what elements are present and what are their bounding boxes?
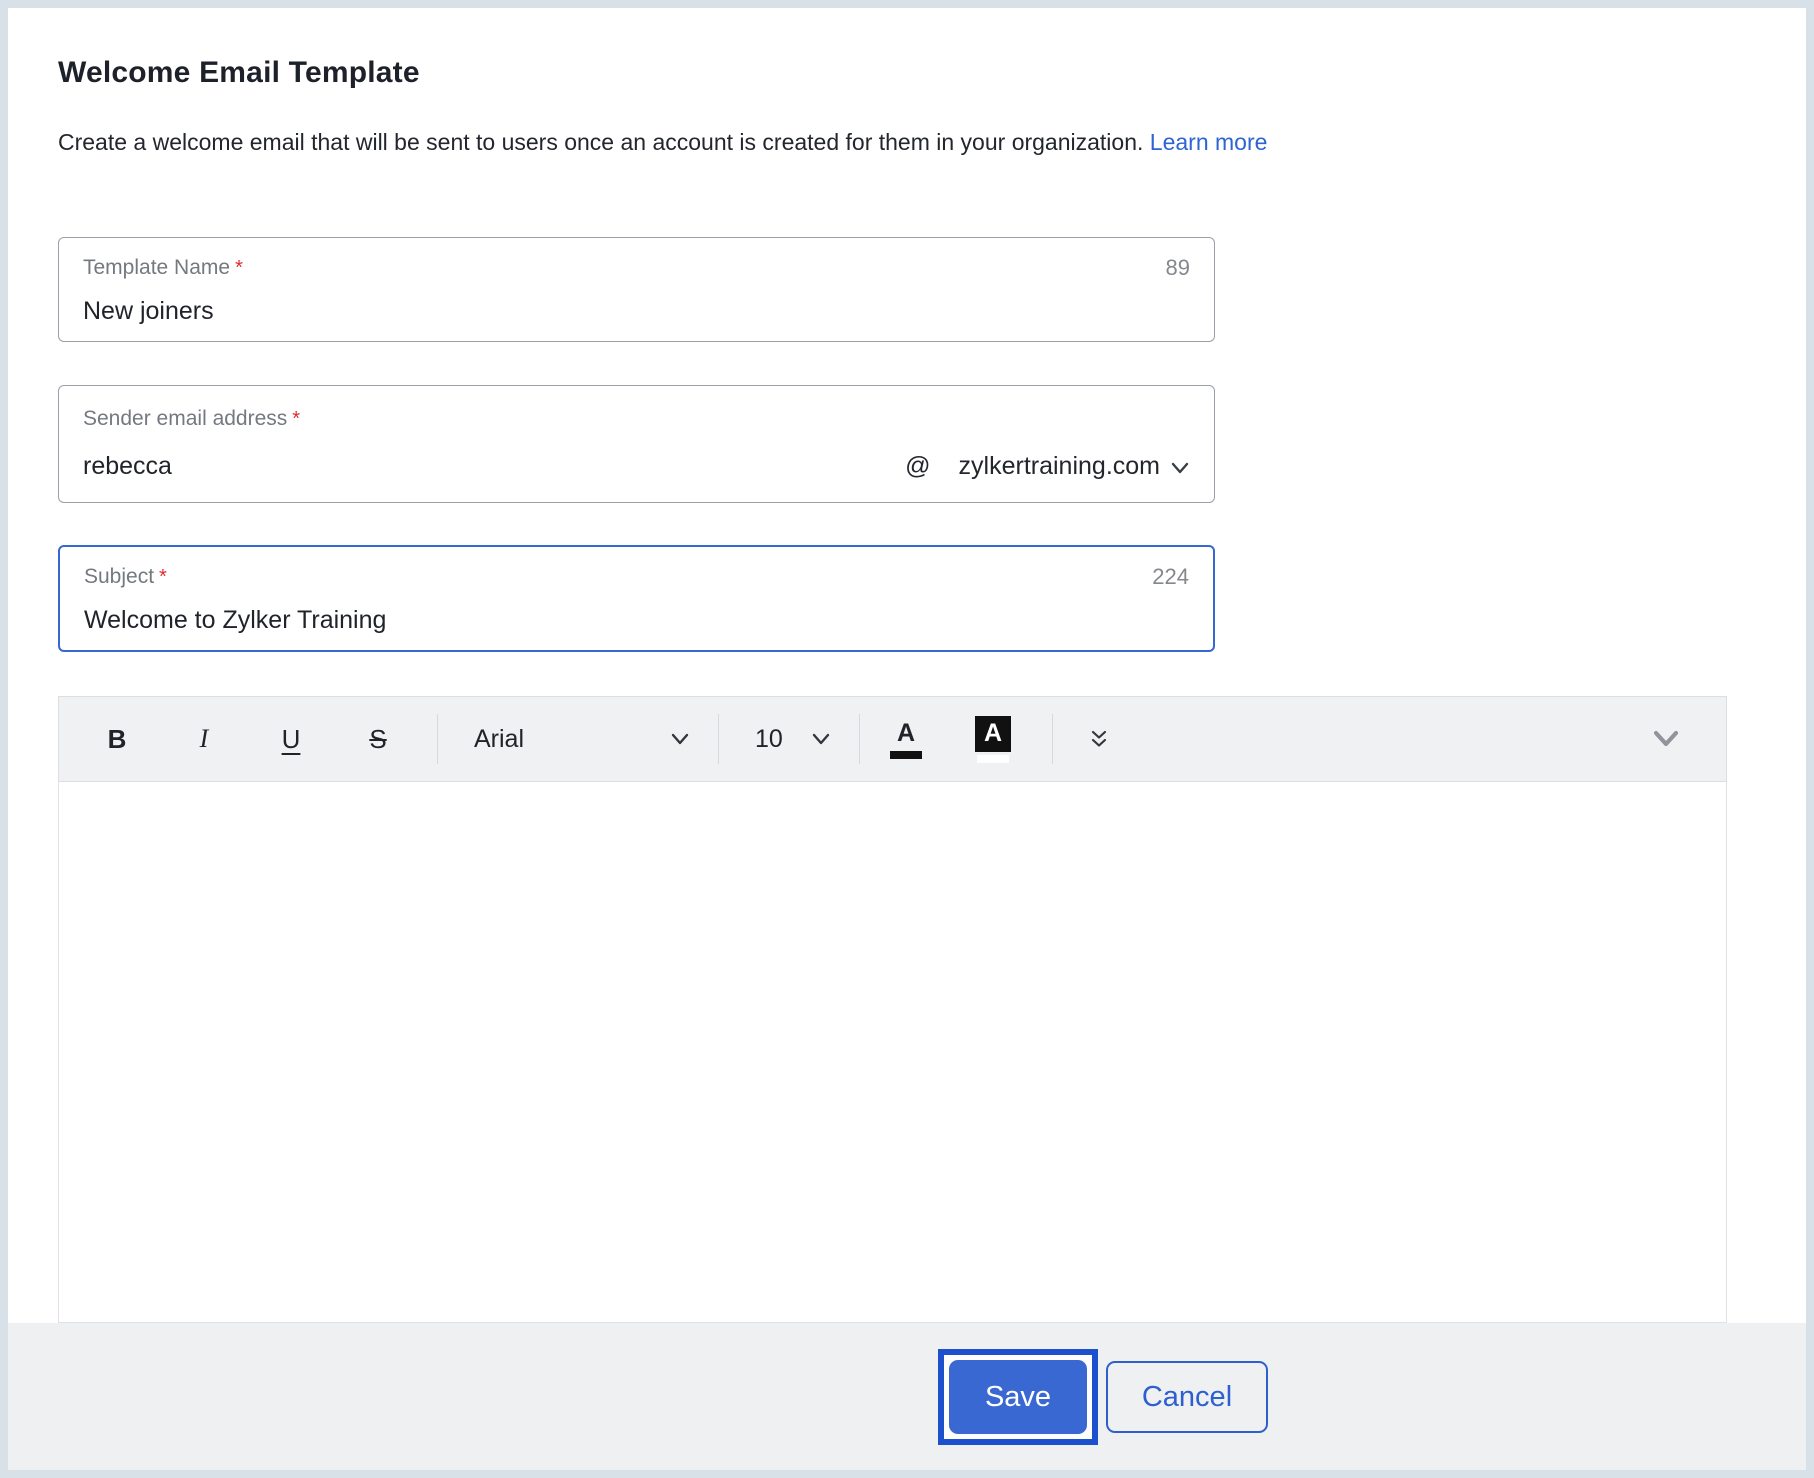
- chevron-down-icon: [670, 732, 690, 746]
- sender-email-local-input[interactable]: rebecca: [83, 451, 905, 481]
- highlight-color-letter: A: [975, 715, 1011, 752]
- underline-button[interactable]: U: [263, 711, 319, 767]
- template-name-field: Template Name * 89 New joiners: [58, 237, 1215, 342]
- double-chevron-down-icon: [1088, 728, 1110, 750]
- learn-more-link[interactable]: Learn more: [1150, 129, 1268, 155]
- template-name-label-text: Template Name: [83, 256, 231, 279]
- italic-button[interactable]: I: [176, 711, 232, 767]
- sender-email-label: Sender email address *: [83, 406, 300, 432]
- subject-field: Subject * 224 Welcome to Zylker Training: [58, 545, 1215, 652]
- sender-email-field: Sender email address * rebecca @ zylkertr…: [58, 385, 1215, 503]
- template-name-char-counter: 89: [1165, 255, 1190, 280]
- highlight-color-button[interactable]: A: [965, 711, 1021, 767]
- sender-domain-select[interactable]: zylkertraining.com: [959, 451, 1190, 481]
- toolbar-separator: [718, 714, 719, 764]
- page-description: Create a welcome email that will be sent…: [58, 127, 1806, 157]
- welcome-email-template-page: Welcome Email Template Create a welcome …: [0, 0, 1814, 1478]
- required-asterisk: *: [159, 566, 167, 588]
- font-family-dropdown[interactable]: Arial: [456, 711, 706, 767]
- page-title: Welcome Email Template: [58, 56, 420, 89]
- font-size-dropdown[interactable]: 10: [737, 711, 847, 767]
- toolbar-collapse-button[interactable]: [1650, 729, 1682, 749]
- toolbar-separator: [1052, 714, 1053, 764]
- font-color-swatch: [890, 751, 922, 759]
- page-description-text: Create a welcome email that will be sent…: [58, 129, 1144, 155]
- required-asterisk: *: [292, 408, 301, 430]
- sender-email-label-text: Sender email address: [83, 407, 288, 430]
- sender-domain-value: zylkertraining.com: [958, 452, 1160, 480]
- font-color-button[interactable]: A: [878, 711, 934, 767]
- save-button[interactable]: Save: [949, 1360, 1087, 1434]
- subject-char-counter: 224: [1152, 564, 1189, 589]
- footer-bar: Save Cancel: [8, 1323, 1806, 1470]
- chevron-down-icon: [1170, 461, 1190, 475]
- at-sign: @: [905, 452, 931, 480]
- template-name-input[interactable]: New joiners: [83, 296, 1190, 326]
- strikethrough-button[interactable]: S: [350, 711, 406, 767]
- email-body-editor: B I U S Arial 10 A A: [58, 696, 1727, 1323]
- subject-label: Subject *: [84, 564, 167, 590]
- editor-toolbar: B I U S Arial 10 A A: [58, 696, 1727, 782]
- footer-buttons: Save Cancel: [938, 1349, 1268, 1445]
- font-family-value: Arial: [474, 724, 525, 753]
- font-size-value: 10: [755, 724, 783, 753]
- template-name-label: Template Name *: [83, 255, 243, 281]
- cancel-button[interactable]: Cancel: [1106, 1361, 1268, 1433]
- chevron-down-icon: [1650, 729, 1682, 749]
- subject-input[interactable]: Welcome to Zylker Training: [84, 605, 1189, 635]
- required-asterisk: *: [235, 257, 243, 279]
- editor-body[interactable]: [58, 782, 1727, 1323]
- toolbar-separator: [437, 714, 438, 764]
- toolbar-separator: [859, 714, 860, 764]
- highlight-color-swatch: [977, 754, 1009, 763]
- save-button-focus-ring: Save: [938, 1349, 1098, 1445]
- bold-button[interactable]: B: [89, 711, 145, 767]
- chevron-down-icon: [811, 732, 831, 746]
- font-color-letter: A: [896, 719, 916, 747]
- more-formatting-options-button[interactable]: [1071, 711, 1127, 767]
- subject-label-text: Subject: [84, 565, 155, 588]
